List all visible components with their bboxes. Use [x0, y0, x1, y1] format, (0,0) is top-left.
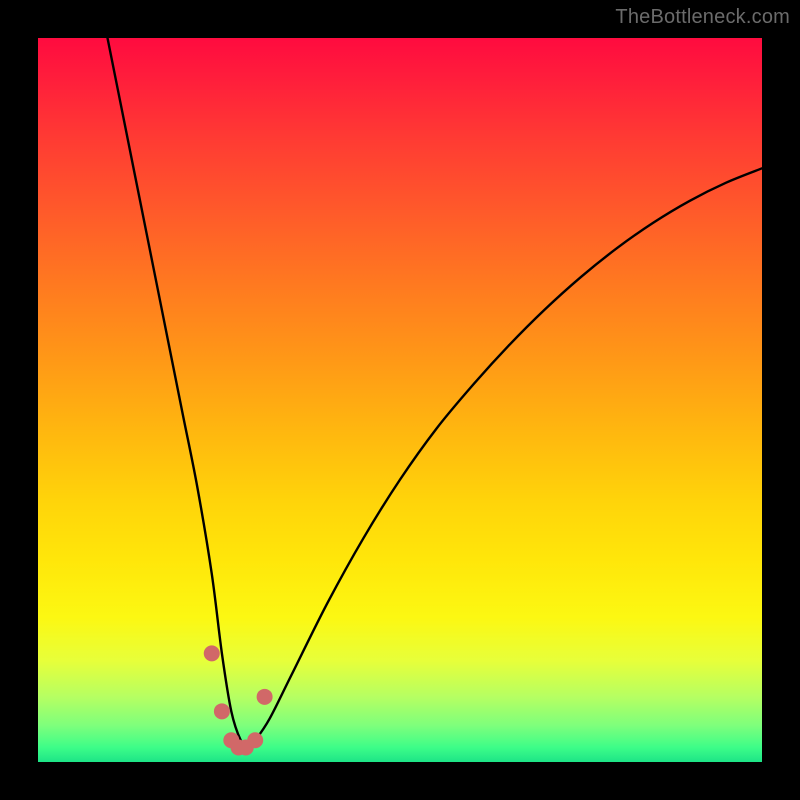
chart-frame: TheBottleneck.com — [0, 0, 800, 800]
highlight-point — [214, 703, 230, 719]
watermark-text: TheBottleneck.com — [615, 6, 790, 29]
highlight-point — [204, 645, 220, 661]
marker-group — [204, 645, 273, 755]
highlight-point — [247, 732, 263, 748]
plot-area — [38, 38, 762, 762]
bottleneck-curve — [108, 38, 763, 748]
highlight-point — [257, 689, 273, 705]
curve-svg — [38, 38, 762, 762]
